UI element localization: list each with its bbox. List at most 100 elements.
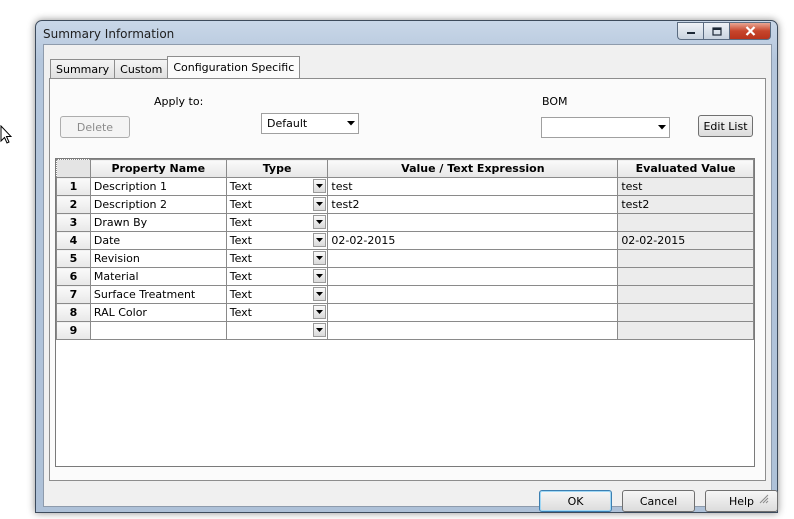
property-name-cell[interactable]: Surface Treatment: [89, 285, 227, 304]
column-header-evaluated-value[interactable]: Evaluated Value: [617, 159, 754, 178]
property-name-cell[interactable]: [89, 321, 227, 340]
type-value: Text: [229, 216, 252, 229]
type-dropdown-button[interactable]: [313, 323, 327, 337]
type-dropdown-button[interactable]: [313, 251, 327, 265]
edit-list-button[interactable]: Edit List: [698, 115, 753, 137]
type-cell[interactable]: Text: [225, 285, 329, 304]
resize-grip-icon[interactable]: [758, 493, 769, 504]
cancel-button[interactable]: Cancel: [622, 490, 695, 512]
row-number[interactable]: 3: [56, 213, 91, 232]
value-cell[interactable]: [327, 285, 619, 304]
table-row: 7 Surface Treatment Text: [56, 285, 754, 304]
type-value: Text: [229, 198, 252, 211]
evaluated-value-cell: 02-02-2015: [617, 231, 754, 250]
chevron-down-icon: [655, 125, 669, 130]
chevron-down-icon: [316, 238, 324, 242]
row-number[interactable]: 7: [56, 285, 91, 304]
evaluated-value-cell: test: [617, 177, 754, 196]
type-value: Text: [229, 288, 252, 301]
value-cell[interactable]: [327, 249, 619, 268]
summary-information-dialog: Summary Information Summary Custom Confi…: [35, 20, 778, 513]
tab-custom[interactable]: Custom: [114, 59, 169, 78]
value-cell[interactable]: [327, 303, 619, 322]
property-name-cell[interactable]: Description 2: [89, 195, 227, 214]
properties-table: Property Name Type Value / Text Expressi…: [56, 159, 754, 340]
tab-strip: Summary Custom Configuration Specific: [50, 56, 301, 78]
row-number[interactable]: 8: [56, 303, 91, 322]
value-cell[interactable]: test2: [327, 195, 619, 214]
window-controls: [677, 22, 771, 40]
evaluated-value-cell: [617, 303, 754, 322]
maximize-icon: [711, 26, 722, 36]
tab-summary[interactable]: Summary: [50, 59, 116, 78]
type-cell[interactable]: Text: [225, 303, 329, 322]
apply-to-select[interactable]: Default: [261, 113, 359, 134]
minimize-icon: [686, 32, 695, 34]
type-cell[interactable]: [225, 321, 329, 340]
column-header-value[interactable]: Value / Text Expression: [327, 159, 619, 178]
close-button[interactable]: [729, 22, 771, 40]
bom-select[interactable]: [541, 117, 670, 138]
property-name-cell[interactable]: Material: [89, 267, 227, 286]
apply-to-label: Apply to:: [154, 95, 204, 108]
type-dropdown-button[interactable]: [313, 233, 327, 247]
table-row: 9: [56, 321, 754, 340]
type-value: Text: [229, 234, 252, 247]
mouse-pointer-icon: [0, 125, 12, 144]
chevron-down-icon: [316, 202, 324, 206]
type-dropdown-button[interactable]: [313, 179, 327, 193]
row-number[interactable]: 5: [56, 249, 91, 268]
property-name-cell[interactable]: Drawn By: [89, 213, 227, 232]
tab-configuration-specific[interactable]: Configuration Specific: [167, 56, 301, 78]
chevron-down-icon: [316, 220, 324, 224]
type-dropdown-button[interactable]: [313, 269, 327, 283]
table-header-row: Property Name Type Value / Text Expressi…: [56, 159, 754, 178]
column-header-type[interactable]: Type: [225, 159, 329, 178]
row-number[interactable]: 2: [56, 195, 91, 214]
table-row: 1 Description 1 Text test test: [56, 177, 754, 196]
table-row: 6 Material Text: [56, 267, 754, 286]
type-cell[interactable]: Text: [225, 195, 329, 214]
type-dropdown-button[interactable]: [313, 215, 327, 229]
chevron-down-icon: [316, 274, 324, 278]
property-name-cell[interactable]: Date: [89, 231, 227, 250]
chevron-down-icon: [316, 256, 324, 260]
minimize-button[interactable]: [677, 22, 703, 40]
type-dropdown-button[interactable]: [313, 197, 327, 211]
evaluated-value-cell: test2: [617, 195, 754, 214]
dialog-client-area: Summary Custom Configuration Specific Ap…: [43, 44, 778, 512]
bom-label: BOM: [542, 95, 568, 108]
property-name-cell[interactable]: Description 1: [89, 177, 227, 196]
evaluated-value-cell: [617, 213, 754, 232]
type-cell[interactable]: Text: [225, 213, 329, 232]
evaluated-value-cell: [617, 285, 754, 304]
row-number[interactable]: 6: [56, 267, 91, 286]
header-corner[interactable]: [56, 159, 91, 178]
value-cell[interactable]: [327, 213, 619, 232]
type-cell[interactable]: Text: [225, 267, 329, 286]
row-number[interactable]: 1: [56, 177, 91, 196]
property-name-cell[interactable]: Revision: [89, 249, 227, 268]
row-number[interactable]: 4: [56, 231, 91, 250]
value-cell[interactable]: [327, 321, 619, 340]
table-row: 8 RAL Color Text: [56, 303, 754, 322]
ok-button[interactable]: OK: [539, 490, 612, 512]
value-cell[interactable]: [327, 267, 619, 286]
chevron-down-icon: [316, 328, 324, 332]
evaluated-value-cell: [617, 267, 754, 286]
type-cell[interactable]: Text: [225, 231, 329, 250]
row-number[interactable]: 9: [56, 321, 91, 340]
column-header-property-name[interactable]: Property Name: [89, 159, 227, 178]
value-cell[interactable]: 02-02-2015: [327, 231, 619, 250]
property-name-cell[interactable]: RAL Color: [89, 303, 227, 322]
maximize-button[interactable]: [703, 22, 729, 40]
table-row: 4 Date Text 02-02-2015 02-02-2015: [56, 231, 754, 250]
window-title: Summary Information: [43, 27, 175, 41]
type-dropdown-button[interactable]: [313, 305, 327, 319]
type-dropdown-button[interactable]: [313, 287, 327, 301]
value-cell[interactable]: test: [327, 177, 619, 196]
configuration-specific-panel: Apply to: Delete Default BOM Edit List P…: [49, 78, 766, 481]
delete-button[interactable]: Delete: [60, 116, 130, 138]
type-cell[interactable]: Text: [225, 249, 329, 268]
type-cell[interactable]: Text: [225, 177, 329, 196]
